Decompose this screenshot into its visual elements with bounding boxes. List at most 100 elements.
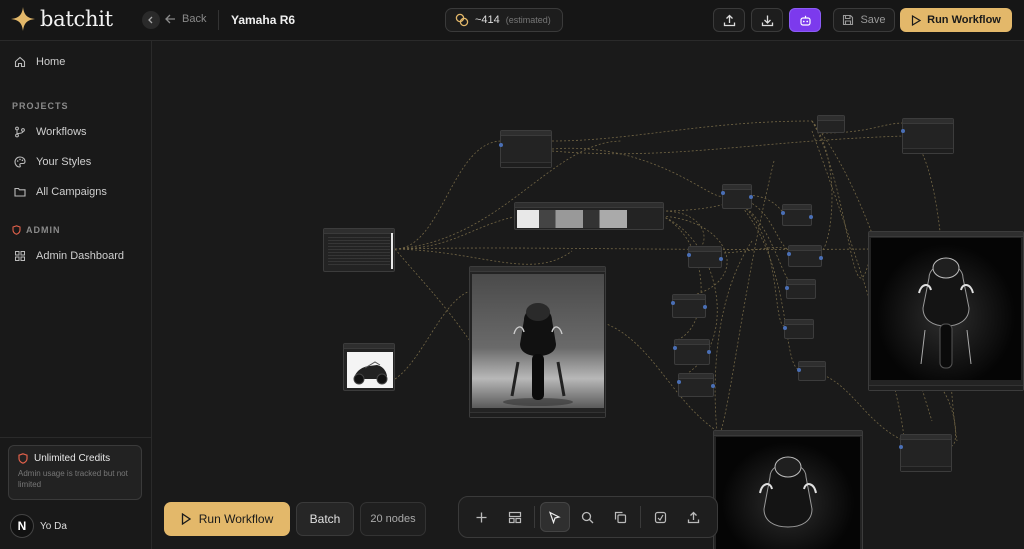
export-button[interactable] [751, 8, 783, 32]
reference-images-node[interactable] [514, 202, 664, 230]
admin-heading: ADMIN [12, 225, 61, 235]
projects-heading: PROJECTS [12, 101, 69, 111]
sidebar-item-admin-dashboard[interactable]: Admin Dashboard [14, 250, 124, 262]
back-label: Back [182, 13, 207, 25]
credits-value: ~414 [475, 14, 500, 26]
save-icon [843, 14, 854, 26]
coins-icon [455, 13, 469, 27]
prompt-node[interactable] [323, 228, 395, 272]
divider [534, 506, 535, 528]
sidebar-item-label: Admin Dashboard [36, 250, 125, 262]
input-node[interactable] [499, 130, 552, 168]
sidebar-item-workflows[interactable]: Workflows [14, 126, 87, 138]
processing-node[interactable] [817, 115, 845, 133]
divider [0, 437, 151, 438]
credits-note: (estimated) [505, 15, 551, 25]
save-button[interactable]: Save [833, 8, 895, 32]
auto-layout-button[interactable] [500, 502, 530, 532]
batch-button[interactable]: Batch [296, 502, 354, 536]
run-workflow-label: Run Workflow [198, 512, 274, 526]
upload-icon [687, 511, 700, 523]
logo[interactable]: batchit [10, 6, 113, 32]
sidebar-item-label: Home [36, 56, 66, 68]
processing-node[interactable] [671, 294, 707, 318]
source-image-node[interactable] [343, 343, 395, 391]
star-logo-icon [11, 7, 35, 31]
home-icon [14, 56, 26, 68]
chevron-left-icon [148, 16, 153, 24]
processing-node[interactable] [721, 184, 753, 209]
processing-node[interactable] [687, 246, 723, 268]
processing-node[interactable] [797, 361, 826, 381]
save-label: Save [860, 14, 886, 26]
sidebar-item-home[interactable]: Home [14, 56, 65, 68]
render-image-studio [472, 274, 604, 408]
pointer-icon [548, 510, 561, 524]
copy-icon [614, 511, 627, 523]
run-workflow-label: Run Workflow [927, 14, 1001, 26]
robot-icon [799, 15, 811, 26]
processing-node[interactable] [673, 339, 711, 365]
run-workflow-bottom-button[interactable]: Run Workflow [164, 502, 290, 536]
unlimited-credits-card: Unlimited Credits Admin usage is tracked… [8, 445, 142, 500]
export-icon [654, 511, 667, 523]
plus-icon [476, 512, 487, 522]
run-workflow-button[interactable]: Run Workflow [900, 8, 1012, 32]
import-button[interactable] [713, 8, 745, 32]
output-node[interactable] [899, 434, 952, 472]
play-icon [181, 513, 191, 525]
sidebar-item-your-styles[interactable]: Your Styles [14, 156, 91, 168]
ai-assistant-button[interactable] [789, 8, 821, 32]
credits-estimate[interactable]: ~414 (estimated) [445, 8, 563, 32]
processing-node[interactable] [787, 245, 823, 267]
top-bar: batchit Back Yamaha R6 ~414 (estimated) … [0, 0, 1024, 41]
workflow-canvas[interactable] [152, 41, 1024, 549]
render-image-black [871, 238, 1021, 380]
layout-icon [508, 511, 521, 523]
unlimited-credits-subtitle: Admin usage is tracked but not limited [18, 469, 128, 489]
sidebar: Home PROJECTS Workflows Your Styles All … [0, 41, 152, 549]
download-icon [761, 15, 773, 26]
divider [640, 506, 641, 528]
brand-name: batchit [40, 7, 113, 31]
sidebar-item-all-campaigns[interactable]: All Campaigns [14, 186, 107, 198]
search-tool-button[interactable] [573, 502, 603, 532]
divider [218, 10, 219, 30]
source-image [347, 352, 393, 388]
shield-icon [12, 225, 21, 235]
user-profile[interactable]: N Yo Da [10, 514, 67, 538]
admin-heading-label: ADMIN [26, 225, 61, 235]
workflow-title[interactable]: Yamaha R6 [231, 13, 295, 27]
duplicate-button[interactable] [606, 502, 636, 532]
render-node-black-bottom[interactable] [713, 430, 863, 549]
search-icon [581, 511, 594, 523]
share-button[interactable] [679, 502, 709, 532]
upload-icon [723, 14, 735, 26]
render-node-black-right[interactable] [868, 231, 1024, 391]
node-count-badge: 20 nodes [360, 502, 426, 536]
sidebar-item-label: All Campaigns [36, 186, 107, 198]
avatar: N [10, 514, 34, 538]
unlimited-credits-title: Unlimited Credits [34, 453, 111, 464]
processing-node[interactable] [783, 319, 814, 339]
render-image-black [716, 437, 860, 549]
palette-icon [14, 156, 26, 168]
back-button[interactable]: Back [165, 13, 206, 25]
processing-node[interactable] [677, 373, 715, 397]
sidebar-item-label: Workflows [36, 126, 87, 138]
processing-node[interactable] [781, 204, 813, 226]
grid-icon [15, 251, 25, 261]
add-node-button[interactable] [467, 502, 497, 532]
select-tool-button[interactable] [539, 502, 570, 532]
git-branch-icon [15, 126, 25, 138]
reference-thumbnails [517, 210, 627, 228]
render-node-studio[interactable] [469, 266, 606, 418]
collapse-sidebar-button[interactable] [142, 11, 160, 29]
play-icon [912, 14, 922, 26]
sidebar-item-label: Your Styles [36, 156, 92, 168]
processing-node[interactable] [785, 279, 816, 299]
export-canvas-button[interactable] [646, 502, 676, 532]
user-name: Yo Da [40, 520, 67, 532]
shield-icon [18, 453, 28, 464]
output-node[interactable] [901, 118, 954, 154]
